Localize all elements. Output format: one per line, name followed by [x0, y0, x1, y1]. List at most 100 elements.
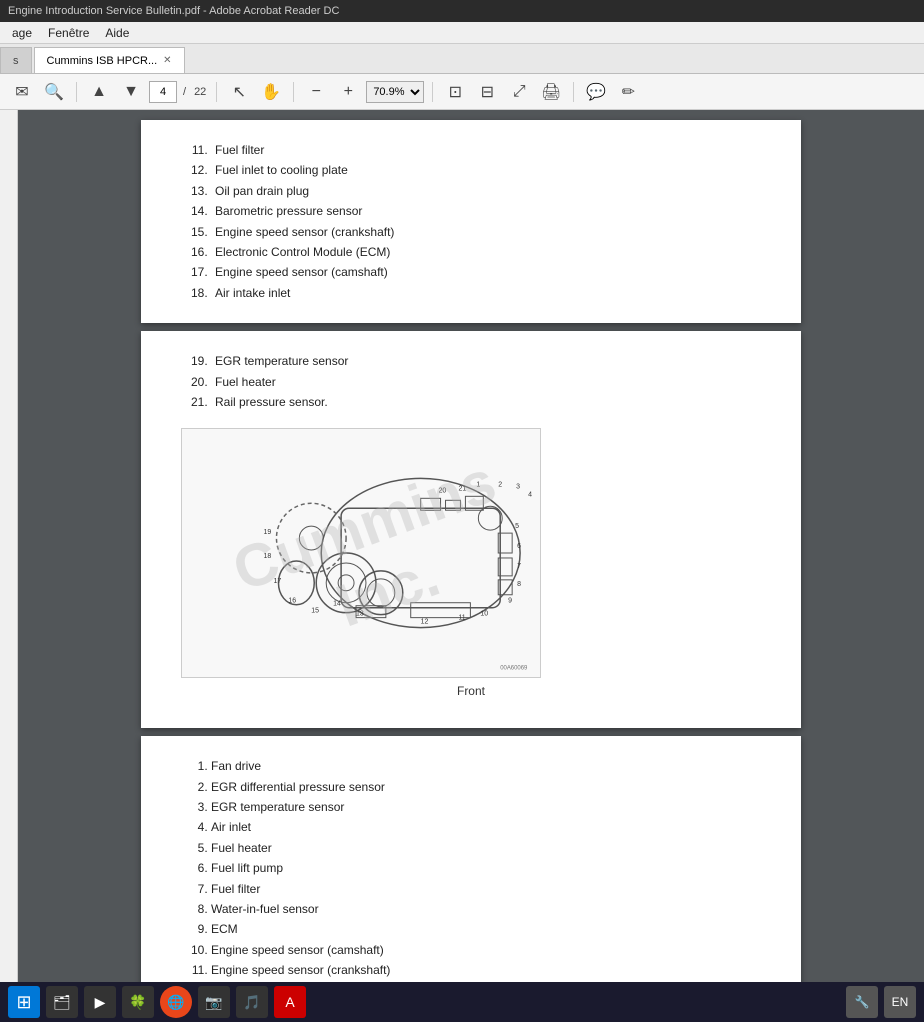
taskbar-icon-3[interactable]: 🍀 — [122, 986, 154, 1018]
list-item: Air intake inlet — [211, 283, 761, 303]
toolbar-sep-5 — [573, 82, 574, 102]
list-item: Fuel filter — [211, 879, 761, 899]
page-down-button[interactable]: ▼ — [117, 78, 145, 106]
list-item: EGR temperature sensor — [211, 797, 761, 817]
svg-text:1: 1 — [476, 482, 480, 489]
svg-text:20: 20 — [439, 488, 447, 495]
main-area: Fuel filter Fuel inlet to cooling plate … — [0, 110, 924, 1022]
list-section-mid: EGR temperature sensor Fuel heater Rail … — [181, 351, 761, 412]
list-item: Fuel lift pump — [211, 858, 761, 878]
toolbar-sep-3 — [293, 82, 294, 102]
svg-text:8: 8 — [517, 581, 521, 588]
fit-page-button[interactable]: ⊡ — [441, 78, 469, 106]
diagram-section: Cummins Inc. — [181, 428, 761, 698]
list-item: Fuel heater — [211, 372, 761, 392]
tab-s[interactable]: s — [0, 47, 32, 73]
pdf-page-bottom: Fan drive EGR differential pressure sens… — [141, 736, 801, 1022]
menu-bar: age Fenêtre Aide — [0, 22, 924, 44]
hand-tool-button[interactable]: ✋ — [257, 78, 285, 106]
taskbar: ⊞ 🗂 ▶ 🍀 🌐 📷 🎵 A 🔧 EN — [0, 982, 924, 1022]
page-number-input[interactable] — [149, 81, 177, 103]
sidebar — [0, 110, 18, 1022]
taskbar-icon-5[interactable]: 📷 — [198, 986, 230, 1018]
svg-text:7: 7 — [517, 563, 521, 570]
search-button[interactable]: 🔍 — [40, 78, 68, 106]
cursor-tool-button[interactable]: ↖ — [225, 78, 253, 106]
list-item: Engine speed sensor (crankshaft) — [211, 960, 761, 980]
svg-text:15: 15 — [311, 608, 319, 615]
title-text: Engine Introduction Service Bulletin.pdf… — [8, 5, 339, 17]
taskbar-icon-6[interactable]: 🎵 — [236, 986, 268, 1018]
menu-age[interactable]: age — [4, 24, 40, 42]
page-up-button[interactable]: ▲ — [85, 78, 113, 106]
taskbar-icon-4[interactable]: 🌐 — [160, 986, 192, 1018]
list-item: Oil pan drain plug — [211, 181, 761, 201]
list-item: Rail pressure sensor. — [211, 392, 761, 412]
engine-diagram-svg: 1 20 21 1 2 3 4 5 6 7 8 9 10 11 — [182, 428, 540, 678]
zoom-out-button[interactable]: − — [302, 78, 330, 106]
menu-fenetre[interactable]: Fenêtre — [40, 24, 97, 42]
start-button[interactable]: ⊞ — [8, 986, 40, 1018]
tab-cummins-label: Cummins ISB HPCR... — [47, 55, 158, 67]
list-item: ECM — [211, 919, 761, 939]
svg-text:2: 2 — [498, 482, 502, 489]
tab-cummins[interactable]: Cummins ISB HPCR... ✕ — [34, 47, 185, 73]
list-item: Barometric pressure sensor — [211, 201, 761, 221]
pdf-page-top: Fuel filter Fuel inlet to cooling plate … — [141, 120, 801, 323]
list-item: EGR temperature sensor — [211, 351, 761, 371]
zoom-select[interactable]: 70.9% 50% 75% 100% 125% 150% — [366, 81, 424, 103]
fullscreen-button[interactable]: ⤢ — [505, 78, 533, 106]
fit-width-button[interactable]: ⊟ — [473, 78, 501, 106]
svg-text:13: 13 — [356, 611, 364, 618]
svg-text:9: 9 — [508, 598, 512, 605]
list-item: Fuel inlet to cooling plate — [211, 160, 761, 180]
list-item: Water-in-fuel sensor — [211, 899, 761, 919]
taskbar-acrobat-icon[interactable]: A — [274, 986, 306, 1018]
print-button[interactable]: 🖨 — [537, 78, 565, 106]
tab-close-icon[interactable]: ✕ — [163, 55, 171, 66]
title-bar: Engine Introduction Service Bulletin.pdf… — [0, 0, 924, 22]
taskbar-icon-1[interactable]: 🗂 — [46, 986, 78, 1018]
list-top: Fuel filter Fuel inlet to cooling plate … — [181, 140, 761, 303]
svg-text:4: 4 — [528, 492, 532, 499]
page-total: 22 — [192, 86, 208, 98]
list-item: EGR differential pressure sensor — [211, 777, 761, 797]
zoom-in-button[interactable]: + — [334, 78, 362, 106]
list-item: Air inlet — [211, 817, 761, 837]
svg-text:14: 14 — [333, 601, 341, 608]
tab-bar: s Cummins ISB HPCR... ✕ — [0, 44, 924, 74]
pen-button[interactable]: ✏ — [614, 78, 642, 106]
page-separator: / — [181, 86, 188, 98]
svg-text:5: 5 — [515, 523, 519, 530]
taskbar-system-icon[interactable]: 🔧 — [846, 986, 878, 1018]
svg-text:10: 10 — [480, 611, 488, 618]
taskbar-icon-2[interactable]: ▶ — [84, 986, 116, 1018]
toolbar-sep-1 — [76, 82, 77, 102]
list-section-top: Fuel filter Fuel inlet to cooling plate … — [181, 140, 761, 303]
pdf-page-diagram: EGR temperature sensor Fuel heater Rail … — [141, 331, 801, 728]
list-item: Fuel filter — [211, 140, 761, 160]
svg-text:19: 19 — [264, 529, 272, 536]
svg-text:3: 3 — [516, 484, 520, 491]
svg-text:12: 12 — [421, 619, 429, 626]
svg-text:17: 17 — [273, 578, 281, 585]
engine-diagram: Cummins Inc. — [181, 428, 541, 678]
diagram-caption: Front — [181, 684, 761, 698]
taskbar-network-icon: EN — [884, 986, 916, 1018]
svg-text:6: 6 — [517, 543, 521, 550]
list-item: Engine speed sensor (camshaft) — [211, 262, 761, 282]
toolbar-sep-2 — [216, 82, 217, 102]
list-item: Fan drive — [211, 756, 761, 776]
comment-button[interactable]: 💬 — [582, 78, 610, 106]
mail-button[interactable]: ✉ — [8, 78, 36, 106]
menu-aide[interactable]: Aide — [97, 24, 137, 42]
svg-text:00A60069: 00A60069 — [500, 666, 528, 672]
list-item: Engine speed sensor (camshaft) — [211, 940, 761, 960]
svg-text:18: 18 — [264, 553, 272, 560]
svg-text:11: 11 — [458, 615, 465, 622]
svg-text:21: 21 — [458, 486, 466, 493]
pdf-area[interactable]: Fuel filter Fuel inlet to cooling plate … — [18, 110, 924, 1022]
list-item: Fuel heater — [211, 838, 761, 858]
toolbar: ✉ 🔍 ▲ ▼ / 22 ↖ ✋ − + 70.9% 50% 75% 100% … — [0, 74, 924, 110]
list-item: Electronic Control Module (ECM) — [211, 242, 761, 262]
